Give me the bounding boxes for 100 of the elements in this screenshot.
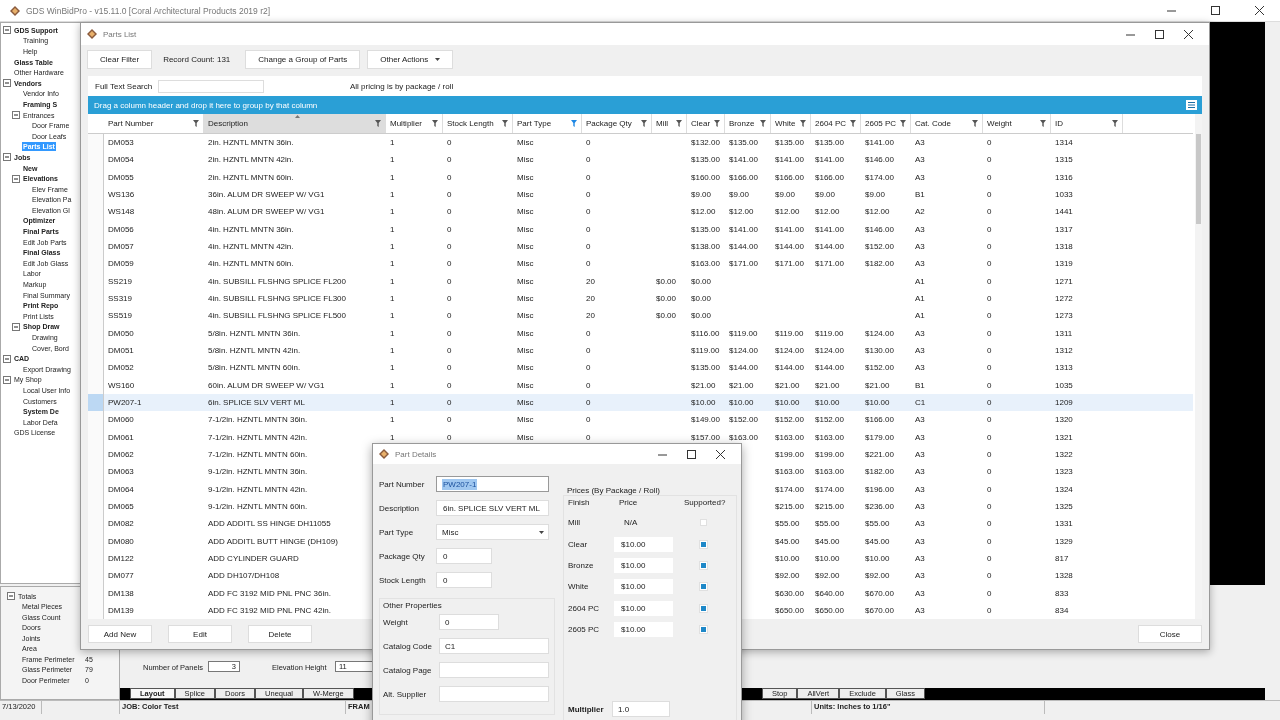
table-cell-text: 0 [987,223,992,236]
collapse-icon[interactable] [3,375,11,384]
column-header[interactable]: Mill [652,114,687,133]
column-header[interactable]: Part Type [513,114,582,133]
column-header[interactable]: 2605 PC [861,114,911,133]
supported-checkbox[interactable] [700,519,707,527]
column-header[interactable]: Description [204,114,386,133]
price-field[interactable]: $10.00 [614,579,673,595]
table-cell-text: B1 [915,189,925,202]
collapse-icon[interactable] [3,26,11,35]
other-actions-button[interactable]: Other Actions [367,49,454,69]
filter-icon[interactable] [972,120,978,127]
table-cell-text: $163.00 [691,258,720,271]
price-field[interactable]: $10.00 [614,600,673,616]
table-cell-text: $21.00 [815,379,840,392]
column-header[interactable]: Cat. Code [911,114,983,133]
input-field[interactable] [439,662,549,678]
column-header[interactable]: Bronze [725,114,771,133]
finish-label: Clear [568,539,589,549]
price-field[interactable]: $10.00 [614,557,673,573]
multiplier-field[interactable]: 1.0 [612,701,670,717]
menu-icon[interactable] [1186,100,1197,110]
part-type-dropdown[interactable]: Misc [436,524,549,540]
collapse-icon[interactable] [3,354,11,363]
table-cell-text: DM139 [108,605,134,617]
filter-icon[interactable] [760,120,766,127]
filter-icon[interactable] [571,120,577,127]
table-cell-text: DM065 [108,501,134,514]
filter-icon[interactable] [676,120,682,127]
table-cell-text: $0.00 [691,310,712,323]
clear-filter-button[interactable]: Clear Filter [87,49,153,69]
close-icon[interactable] [1255,6,1264,15]
table-cell-text: $144.00 [775,241,804,254]
filter-icon[interactable] [900,120,906,127]
filter-icon[interactable] [641,120,647,127]
column-header[interactable]: Clear [687,114,725,133]
add-new-button[interactable]: Add New [88,625,152,643]
filter-icon[interactable] [502,120,508,127]
input-field[interactable]: 0 [436,548,492,564]
table-cell-text: DM056 [108,223,134,236]
change-group-button[interactable]: Change a Group of Parts [245,49,361,69]
table-cell-text: $171.00 [815,258,844,271]
filter-icon[interactable] [850,120,856,127]
column-header[interactable]: ID [1051,114,1123,133]
group-title: Prices (By Package / Roll) [566,486,661,495]
delete-button[interactable]: Delete [248,625,312,643]
collapse-icon[interactable] [12,111,20,120]
filter-icon[interactable] [714,120,720,127]
maximize-icon[interactable] [1211,6,1220,15]
table-cell-text: $163.00 [729,431,758,444]
collapse-icon[interactable] [3,79,11,88]
filter-icon[interactable] [375,120,381,127]
input-field[interactable] [439,686,549,702]
table-cell-text: 0 [987,518,992,531]
edit-button[interactable]: Edit [168,625,232,643]
filter-icon[interactable] [1040,120,1046,127]
collapse-icon[interactable] [12,322,20,331]
table-cell-text: 0 [987,362,992,375]
table-cell-text: 1 [390,379,395,392]
table-cell-text: 1322 [1055,449,1073,462]
filter-icon[interactable] [432,120,438,127]
sort-arrow-icon [294,115,300,118]
close-button[interactable]: Close [1138,625,1202,643]
column-header[interactable]: Package Qty [582,114,652,133]
close-icon[interactable] [1184,29,1193,39]
table-cell-text: $141.00 [815,154,844,167]
table-cell-text: ADD FC 3192 MID PNL PNC 36in. [208,587,331,600]
input-field[interactable]: 6in. SPLICE SLV VERT ML [436,500,549,516]
table-cell-text: 4in. HZNTL MNTN 36in. [208,223,294,236]
input-field[interactable]: 0 [439,614,499,630]
collapse-icon[interactable] [12,174,20,183]
table-cell-text: 1325 [1055,501,1073,514]
table-cell-text: $640.00 [815,587,844,600]
input-field[interactable]: C1 [439,638,549,654]
filter-icon[interactable] [1112,120,1118,127]
column-header[interactable]: Multiplier [386,114,443,133]
table-cell-text: $670.00 [865,587,894,600]
maximize-icon[interactable] [687,449,696,459]
filter-icon[interactable] [193,120,199,127]
filter-icon[interactable] [800,120,806,127]
collapse-icon[interactable] [3,153,11,162]
table-cell-text: DM051 [108,345,134,358]
price-field[interactable]: $10.00 [614,536,673,552]
search-field[interactable] [158,79,264,93]
column-header: Supported? [684,498,726,509]
price-field[interactable]: $10.00 [614,622,673,638]
table-cell-text: 0 [447,189,452,202]
table-cell-text: $141.00 [775,223,804,236]
table-cell-text: 1317 [1055,223,1073,236]
input-field[interactable]: PW207-1 [436,476,549,492]
column-header[interactable]: 2604 PC [811,114,861,133]
close-icon[interactable] [716,449,725,459]
column-header[interactable]: Stock Length [443,114,513,133]
column-header[interactable]: Weight [983,114,1051,133]
input-field[interactable]: 0 [436,572,492,588]
table-cell-text: $149.00 [691,414,720,427]
column-header[interactable]: White [771,114,811,133]
table-cell-text: $236.00 [865,501,894,514]
collapse-icon[interactable] [7,592,15,601]
maximize-icon[interactable] [1155,29,1164,39]
